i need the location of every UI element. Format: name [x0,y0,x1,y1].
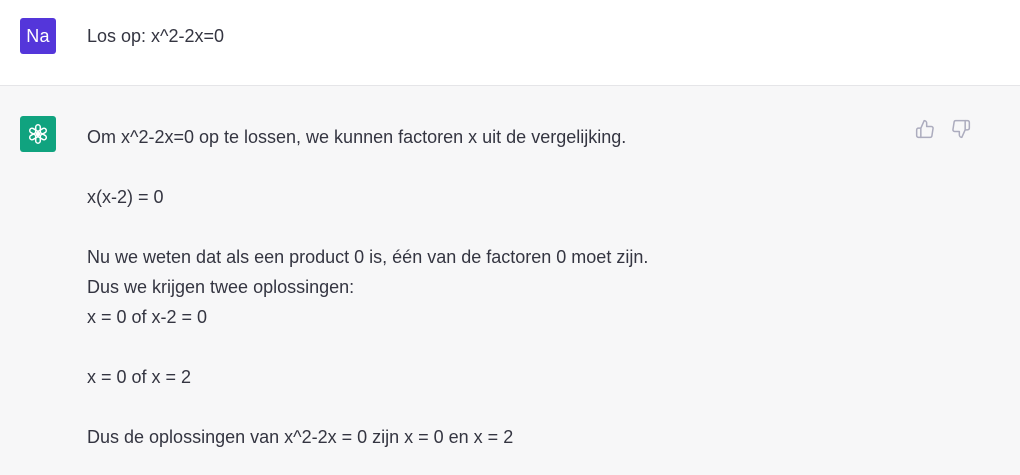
assistant-paragraph: x(x-2) = 0 [87,187,164,207]
thumbs-down-icon [952,119,971,139]
thumbs-up-button[interactable] [914,118,936,140]
user-avatar: Na [20,18,56,54]
assistant-paragraph: x = 0 of x-2 = 0 [87,307,208,327]
assistant-paragraph: x = 0 of x = 2 [87,367,192,387]
assistant-paragraph: Nu we weten dat als een product 0 is, éé… [87,247,649,267]
feedback-controls [914,118,972,140]
user-message-text: Los op: x^2-2x=0 [87,26,225,46]
assistant-message-body: Om x^2-2x=0 op te lossen, we kunnen fact… [87,122,887,452]
assistant-message-row: Om x^2-2x=0 op te lossen, we kunnen fact… [0,86,1020,475]
assistant-paragraph: Dus we krijgen twee oplossingen: [87,277,355,297]
openai-logo-icon [28,124,48,144]
assistant-paragraph: Dus de oplossingen van x^2-2x = 0 zijn x… [87,427,514,447]
assistant-avatar [20,116,56,152]
chat-thread: Na Los op: x^2-2x=0 Om x^2-2x=0 op te lo… [0,0,1020,475]
assistant-paragraph: Om x^2-2x=0 op te lossen, we kunnen fact… [87,127,627,147]
user-message-row: Na Los op: x^2-2x=0 [0,0,1020,86]
thumbs-up-icon [915,119,934,139]
thumbs-down-button[interactable] [950,118,972,140]
